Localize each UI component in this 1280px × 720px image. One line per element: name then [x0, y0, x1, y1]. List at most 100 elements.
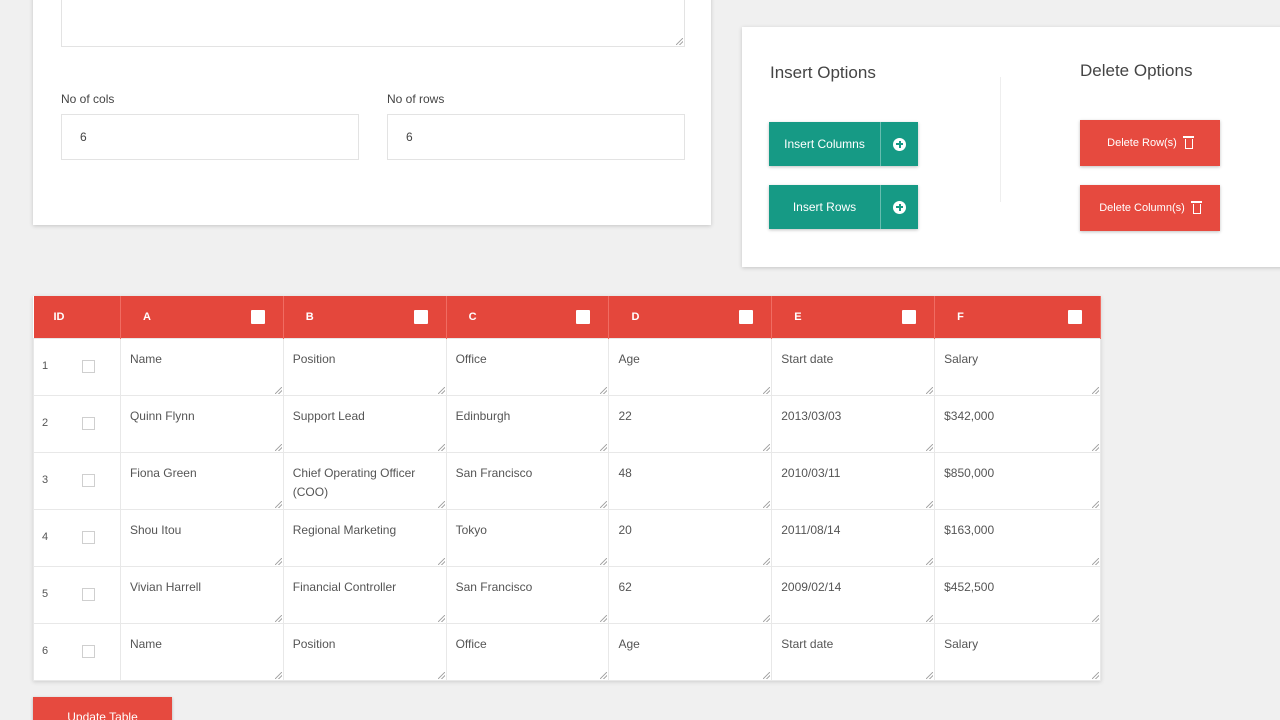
resize-handle-icon[interactable]: [763, 557, 771, 565]
table-cell[interactable]: Shou Itou: [119, 508, 284, 567]
resize-handle-icon[interactable]: [763, 500, 771, 508]
cols-input[interactable]: 6: [61, 114, 359, 160]
table-cell[interactable]: 22: [608, 394, 773, 453]
resize-handle-icon[interactable]: [274, 443, 282, 451]
resize-handle-icon[interactable]: [437, 500, 445, 508]
table-cell[interactable]: San Francisco: [445, 565, 610, 624]
row-select-checkbox[interactable]: [82, 359, 95, 373]
resize-handle-icon[interactable]: [600, 671, 608, 679]
table-cell[interactable]: Office: [445, 622, 610, 681]
rows-input[interactable]: 6: [387, 114, 685, 160]
resize-handle-icon[interactable]: [437, 386, 445, 394]
resize-handle-icon[interactable]: [600, 557, 608, 565]
delete-rows-button[interactable]: Delete Row(s): [1080, 120, 1220, 166]
column-header-id: ID: [33, 296, 121, 338]
resize-handle-icon[interactable]: [437, 671, 445, 679]
column-select-checkbox[interactable]: [576, 310, 591, 324]
resize-handle-icon[interactable]: [274, 386, 282, 394]
resize-handle-icon[interactable]: [1092, 386, 1099, 394]
table-cell[interactable]: Quinn Flynn: [119, 394, 284, 453]
table-cell[interactable]: 2013/03/03: [771, 394, 936, 453]
table-cell[interactable]: $163,000: [934, 508, 1101, 567]
table-cell[interactable]: Age: [608, 337, 773, 396]
resize-handle-icon[interactable]: [600, 614, 608, 622]
row-select-checkbox[interactable]: [82, 473, 95, 487]
table-cell[interactable]: Name: [119, 622, 284, 681]
table-cell[interactable]: Chief Operating Officer (COO): [282, 451, 447, 510]
table-cell[interactable]: Support Lead: [282, 394, 447, 453]
resize-handle-icon[interactable]: [274, 500, 282, 508]
table-row: 1 Name Position Office Age Start date Sa…: [33, 337, 1101, 396]
resize-handle-icon[interactable]: [274, 671, 282, 679]
table-cell[interactable]: Fiona Green: [119, 451, 284, 510]
table-cell[interactable]: 62: [608, 565, 773, 624]
table-cell[interactable]: 20: [608, 508, 773, 567]
table-content-textarea[interactable]: [61, 0, 685, 47]
table-cell[interactable]: $342,000: [934, 394, 1101, 453]
resize-handle-icon[interactable]: [926, 614, 934, 622]
resize-handle-icon[interactable]: [763, 386, 771, 394]
table-cell[interactable]: Tokyo: [445, 508, 610, 567]
table-cell[interactable]: 48: [608, 451, 773, 510]
table-row: 2 Quinn Flynn Support Lead Edinburgh 22 …: [33, 394, 1101, 453]
resize-handle-icon[interactable]: [763, 443, 771, 451]
resize-handle-icon[interactable]: [1092, 671, 1099, 679]
table-cell[interactable]: Office: [445, 337, 610, 396]
table-cell[interactable]: Edinburgh: [445, 394, 610, 453]
plus-circle-icon: [893, 137, 906, 151]
resize-handle-icon[interactable]: [926, 671, 934, 679]
column-select-checkbox[interactable]: [413, 310, 428, 324]
resize-handle-icon[interactable]: [437, 557, 445, 565]
resize-handle-icon[interactable]: [1092, 614, 1099, 622]
editable-data-table: ID A B C D E F 1 Name Position Office Ag…: [33, 296, 1101, 681]
column-select-checkbox[interactable]: [902, 310, 917, 324]
table-cell[interactable]: Regional Marketing: [282, 508, 447, 567]
resize-handle-icon[interactable]: [926, 557, 934, 565]
table-cell[interactable]: San Francisco: [445, 451, 610, 510]
table-cell[interactable]: 2011/08/14: [771, 508, 936, 567]
row-select-checkbox[interactable]: [82, 644, 95, 658]
insert-rows-button[interactable]: Insert Rows: [769, 185, 918, 229]
column-header-e: E: [771, 296, 936, 338]
resize-handle-icon[interactable]: [600, 443, 608, 451]
table-cell[interactable]: $850,000: [934, 451, 1101, 510]
delete-columns-button[interactable]: Delete Column(s): [1080, 185, 1220, 231]
table-cell[interactable]: Position: [282, 337, 447, 396]
insert-columns-button[interactable]: Insert Columns: [769, 122, 918, 166]
table-cell[interactable]: Position: [282, 622, 447, 681]
resize-handle-icon[interactable]: [926, 386, 934, 394]
resize-handle-icon[interactable]: [926, 443, 934, 451]
resize-handle-icon[interactable]: [437, 443, 445, 451]
table-cell[interactable]: $452,500: [934, 565, 1101, 624]
table-cell[interactable]: 2009/02/14: [771, 565, 936, 624]
resize-handle-icon[interactable]: [437, 614, 445, 622]
column-select-checkbox[interactable]: [1068, 310, 1082, 324]
table-cell[interactable]: Vivian Harrell: [119, 565, 284, 624]
row-select-checkbox[interactable]: [82, 530, 95, 544]
resize-handle-icon[interactable]: [926, 500, 934, 508]
resize-handle-icon[interactable]: [1092, 500, 1099, 508]
row-select-checkbox[interactable]: [82, 587, 95, 601]
table-cell[interactable]: Age: [608, 622, 773, 681]
table-cell[interactable]: Name: [119, 337, 284, 396]
table-cell[interactable]: Financial Controller: [282, 565, 447, 624]
row-select-checkbox[interactable]: [82, 416, 95, 430]
row-number: 1: [42, 360, 49, 372]
resize-handle-icon[interactable]: [600, 386, 608, 394]
table-cell[interactable]: Salary: [934, 337, 1101, 396]
resize-handle-icon[interactable]: [1092, 443, 1099, 451]
column-select-checkbox[interactable]: [250, 310, 265, 324]
table-cell[interactable]: Start date: [771, 337, 936, 396]
table-cell[interactable]: Salary: [934, 622, 1101, 681]
resize-handle-icon[interactable]: [763, 614, 771, 622]
resize-handle-icon[interactable]: [274, 614, 282, 622]
table-cell[interactable]: 2010/03/11: [771, 451, 936, 510]
column-select-checkbox[interactable]: [739, 310, 754, 324]
resize-handle-icon[interactable]: [600, 500, 608, 508]
resize-handle-icon[interactable]: [1092, 557, 1099, 565]
resize-handle-icon[interactable]: [274, 557, 282, 565]
update-table-button[interactable]: Update Table: [33, 697, 172, 720]
table-cell[interactable]: Start date: [771, 622, 936, 681]
resize-handle-icon[interactable]: [763, 671, 771, 679]
resize-handle-icon[interactable]: [676, 38, 683, 45]
